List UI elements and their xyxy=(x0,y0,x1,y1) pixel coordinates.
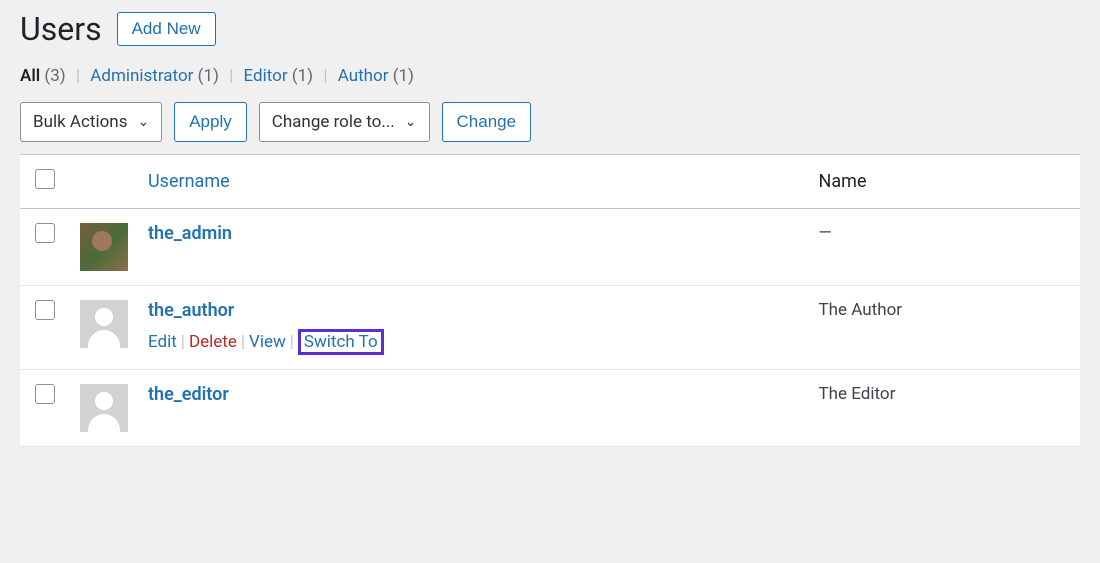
filter-all-count: (3) xyxy=(44,66,65,86)
user-name: The Editor xyxy=(809,370,1080,447)
username-link[interactable]: the_admin xyxy=(148,223,232,244)
table-row: the_author Edit|Delete|View|Switch To Th… xyxy=(20,286,1080,370)
delete-link[interactable]: Delete xyxy=(189,332,237,352)
avatar xyxy=(80,384,128,432)
users-table: Username Name the_admin — the_author Edi xyxy=(20,154,1080,447)
filter-editor[interactable]: Editor xyxy=(244,66,288,86)
bulk-actions-select[interactable]: Bulk Actions ⌄ xyxy=(20,102,162,142)
filter-author-count: (1) xyxy=(393,66,414,86)
username-link[interactable]: the_editor xyxy=(148,384,229,405)
filter-editor-count: (1) xyxy=(292,66,313,86)
column-name: Name xyxy=(809,155,1080,209)
row-checkbox[interactable] xyxy=(35,384,55,404)
filter-administrator[interactable]: Administrator xyxy=(90,66,193,86)
chevron-down-icon: ⌄ xyxy=(405,114,417,130)
avatar xyxy=(80,300,128,348)
username-link[interactable]: the_author xyxy=(148,300,234,321)
role-filter-bar: All (3) | Administrator (1) | Editor (1)… xyxy=(20,66,1080,86)
row-actions: Edit|Delete|View|Switch To xyxy=(148,329,799,355)
avatar xyxy=(80,223,128,271)
chevron-down-icon: ⌄ xyxy=(137,114,149,130)
select-all-checkbox[interactable] xyxy=(35,169,55,189)
change-role-label: Change role to... xyxy=(272,112,395,132)
switch-to-link[interactable]: Switch To xyxy=(304,332,378,352)
filter-all[interactable]: All xyxy=(20,66,40,86)
user-name: The Author xyxy=(809,286,1080,370)
change-button[interactable]: Change xyxy=(442,102,532,142)
filter-author[interactable]: Author xyxy=(338,66,389,86)
user-name: — xyxy=(809,209,1080,286)
view-link[interactable]: View xyxy=(249,332,286,352)
filter-admin-count: (1) xyxy=(198,66,219,86)
edit-link[interactable]: Edit xyxy=(148,332,177,352)
apply-button[interactable]: Apply xyxy=(174,102,247,142)
row-checkbox[interactable] xyxy=(35,300,55,320)
table-row: the_admin — xyxy=(20,209,1080,286)
bulk-actions-label: Bulk Actions xyxy=(33,112,127,132)
row-checkbox[interactable] xyxy=(35,223,55,243)
switch-to-highlight: Switch To xyxy=(298,329,384,355)
change-role-select[interactable]: Change role to... ⌄ xyxy=(259,102,430,142)
table-row: the_editor The Editor xyxy=(20,370,1080,447)
page-title: Users xyxy=(20,10,102,48)
add-new-button[interactable]: Add New xyxy=(117,12,216,46)
column-username[interactable]: Username xyxy=(138,155,809,209)
